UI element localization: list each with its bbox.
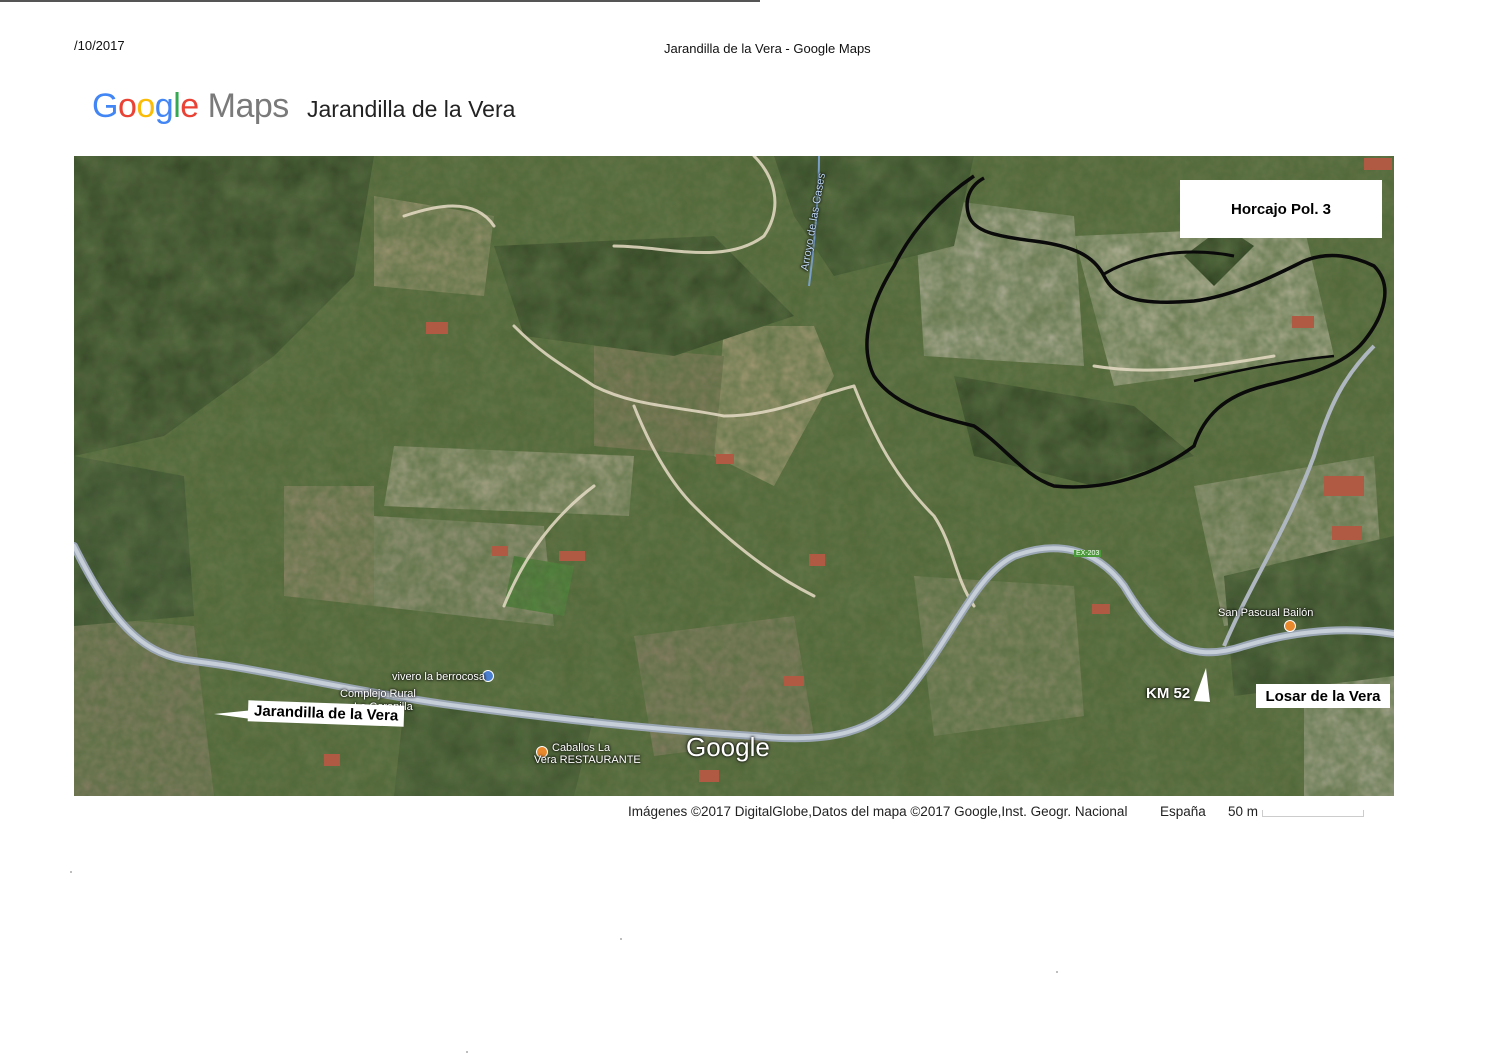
satellite-map[interactable]: Arroyo de las Cases vivero la berrocosa … <box>74 156 1394 796</box>
road-shield-ex203: EX-203 <box>1074 550 1102 557</box>
print-page-title: Jarandilla de la Vera - Google Maps <box>664 41 871 56</box>
google-logo-text: Google <box>92 87 199 125</box>
poi-san-pascual[interactable]: San Pascual Bailón <box>1218 607 1313 619</box>
scan-speck <box>1056 971 1058 973</box>
poi-caballos-line1[interactable]: Caballos La <box>552 742 610 754</box>
annotation-horcajo: Horcajo Pol. 3 <box>1180 180 1382 238</box>
church-pin-icon[interactable] <box>1284 620 1296 632</box>
annotation-losar: Losar de la Vera <box>1256 684 1390 708</box>
place-title: Jarandilla de la Vera <box>307 96 516 122</box>
print-date: /10/2017 <box>74 38 125 53</box>
country-label[interactable]: España <box>1160 804 1206 819</box>
poi-caballos-line2[interactable]: Vera RESTAURANTE <box>534 754 641 766</box>
poi-complejo-line1[interactable]: Complejo Rural <box>340 688 416 700</box>
map-attribution: Imágenes ©2017 DigitalGlobe,Datos del ma… <box>628 804 1128 819</box>
scan-speck <box>466 1051 468 1053</box>
scan-edge <box>0 0 760 2</box>
poi-vivero[interactable]: vivero la berrocosa <box>392 671 485 683</box>
annotation-km52: KM 52 <box>1146 685 1191 702</box>
scale-label[interactable]: 50 m <box>1228 804 1258 819</box>
scan-speck <box>70 871 72 873</box>
maps-logo-text: Maps <box>207 87 290 125</box>
scan-speck <box>620 938 622 940</box>
google-watermark: Google <box>686 732 770 762</box>
google-maps-logo[interactable]: Google Maps <box>92 87 289 126</box>
scale-bar[interactable] <box>1262 810 1364 817</box>
